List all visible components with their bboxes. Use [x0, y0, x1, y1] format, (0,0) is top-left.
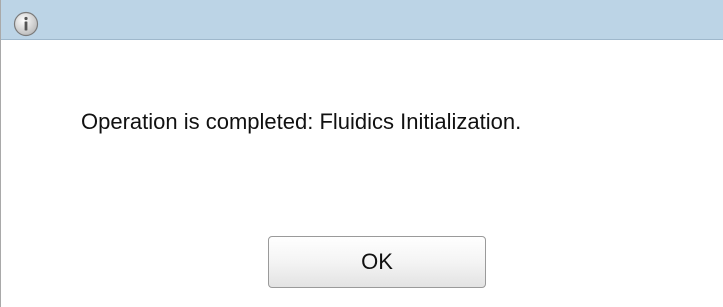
- info-dialog: Operation is completed: Fluidics Initial…: [0, 0, 723, 307]
- dialog-titlebar[interactable]: [1, 0, 723, 40]
- dialog-message: Operation is completed: Fluidics Initial…: [81, 109, 522, 134]
- info-icon: [13, 11, 39, 37]
- ok-button[interactable]: OK: [268, 236, 486, 288]
